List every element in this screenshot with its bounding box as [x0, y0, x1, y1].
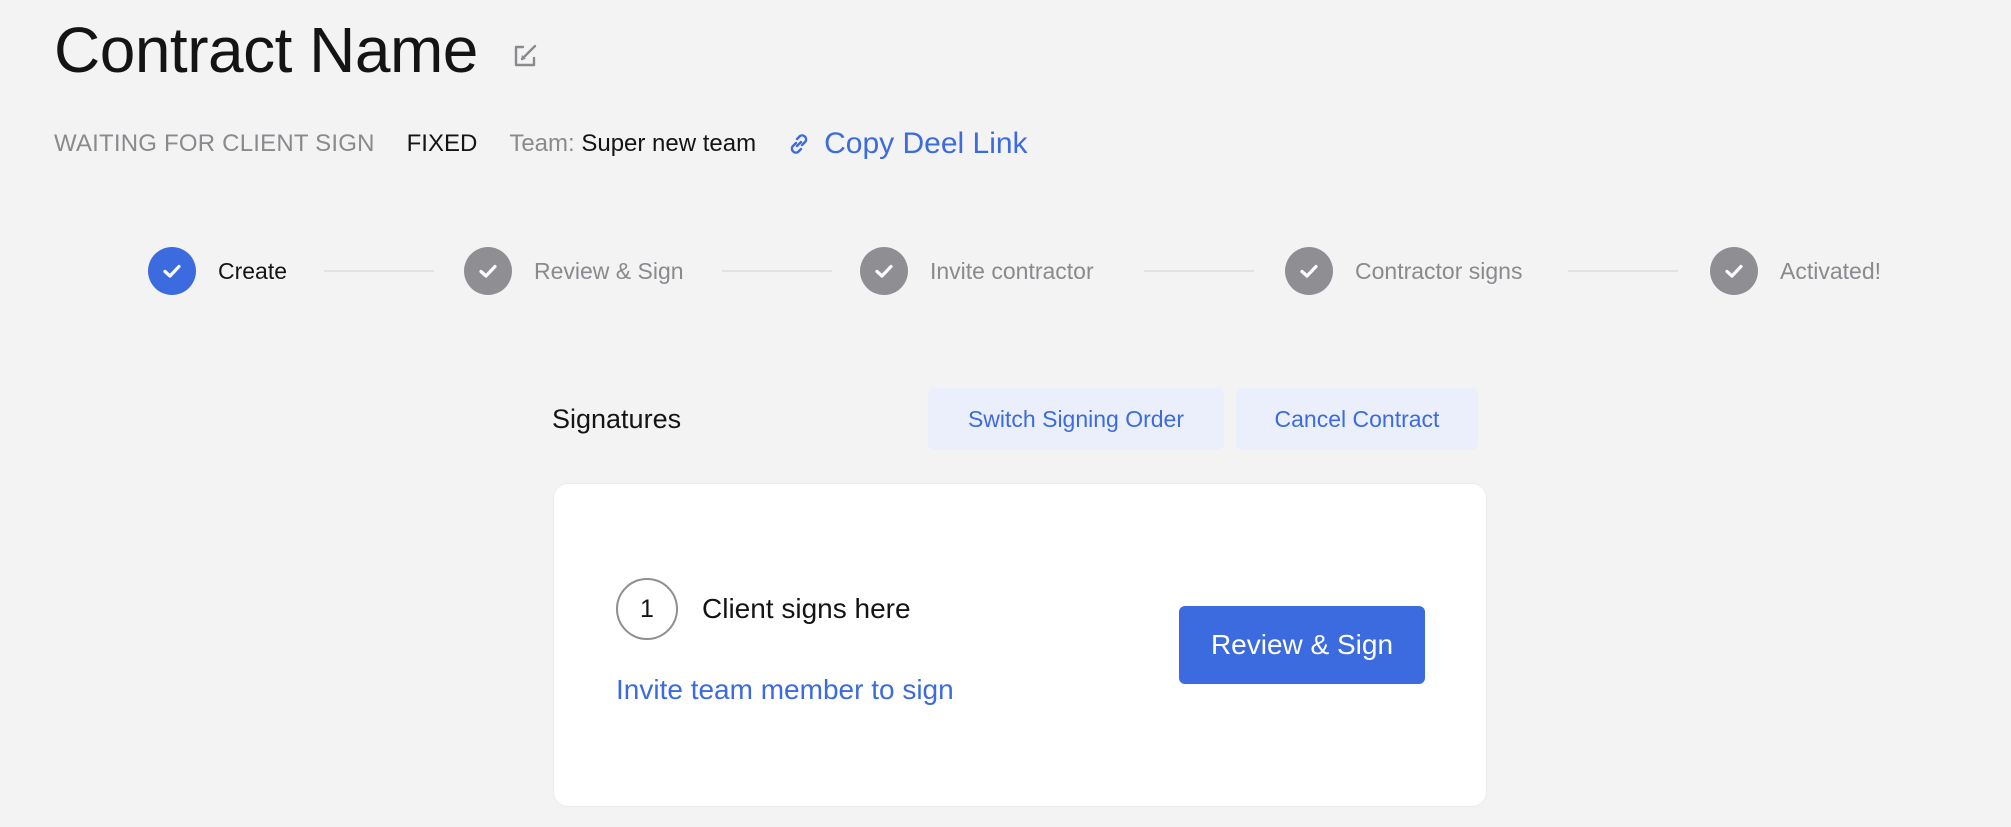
step-label: Activated!: [1780, 257, 1881, 284]
signatures-header: Signatures Switch Signing Order Cancel C…: [552, 388, 1482, 450]
check-icon: [860, 247, 908, 295]
check-icon: [1285, 247, 1333, 295]
step-connector: [722, 270, 832, 272]
progress-stepper: Create Review & Sign Invite contractor C…: [148, 246, 1892, 296]
step-contractor-signs: Contractor signs: [1285, 246, 1522, 296]
signatures-title: Signatures: [552, 404, 682, 434]
team-name: Super new team: [581, 130, 757, 157]
step-label: Contractor signs: [1355, 257, 1523, 284]
step-connector: [324, 270, 434, 272]
check-icon: [464, 247, 512, 295]
step-label: Invite contractor: [930, 257, 1094, 284]
title-row: Contract Name: [54, 14, 540, 86]
team-label: Team:: [509, 130, 575, 157]
step-invite-contractor: Invite contractor: [860, 246, 1094, 296]
contract-rate-type: FIXED: [406, 130, 478, 157]
step-connector: [1568, 270, 1678, 272]
switch-signing-order-button[interactable]: Switch Signing Order: [928, 388, 1224, 450]
page-title: Contract Name: [54, 14, 478, 86]
invite-team-member-link[interactable]: Invite team member to sign: [616, 674, 954, 706]
cancel-contract-button[interactable]: Cancel Contract: [1236, 388, 1478, 450]
copy-deel-link-label: Copy Deel Link: [824, 127, 1028, 160]
step-label: Review & Sign: [534, 257, 684, 284]
check-icon: [1710, 247, 1758, 295]
step-activated: Activated!: [1710, 246, 1881, 296]
copy-deel-link[interactable]: Copy Deel Link: [786, 127, 1028, 161]
signer-row: 1 Client signs here: [616, 578, 911, 640]
contract-status: WAITING FOR CLIENT SIGN: [54, 130, 375, 157]
step-review-sign: Review & Sign: [464, 246, 684, 296]
signature-card: 1 Client signs here Invite team member t…: [554, 484, 1486, 806]
review-sign-button[interactable]: Review & Sign: [1179, 606, 1425, 684]
team-info: Team: Super new team: [509, 130, 756, 158]
edit-icon[interactable]: [510, 41, 540, 71]
step-label: Create: [218, 257, 288, 284]
signer-number: 1: [616, 578, 678, 640]
check-icon: [148, 247, 196, 295]
signer-label: Client signs here: [702, 593, 911, 624]
step-create: Create: [148, 246, 287, 296]
step-connector: [1144, 270, 1254, 272]
link-icon: [790, 134, 808, 154]
contract-meta-row: WAITING FOR CLIENT SIGN FIXED Team: Supe…: [54, 124, 1028, 164]
